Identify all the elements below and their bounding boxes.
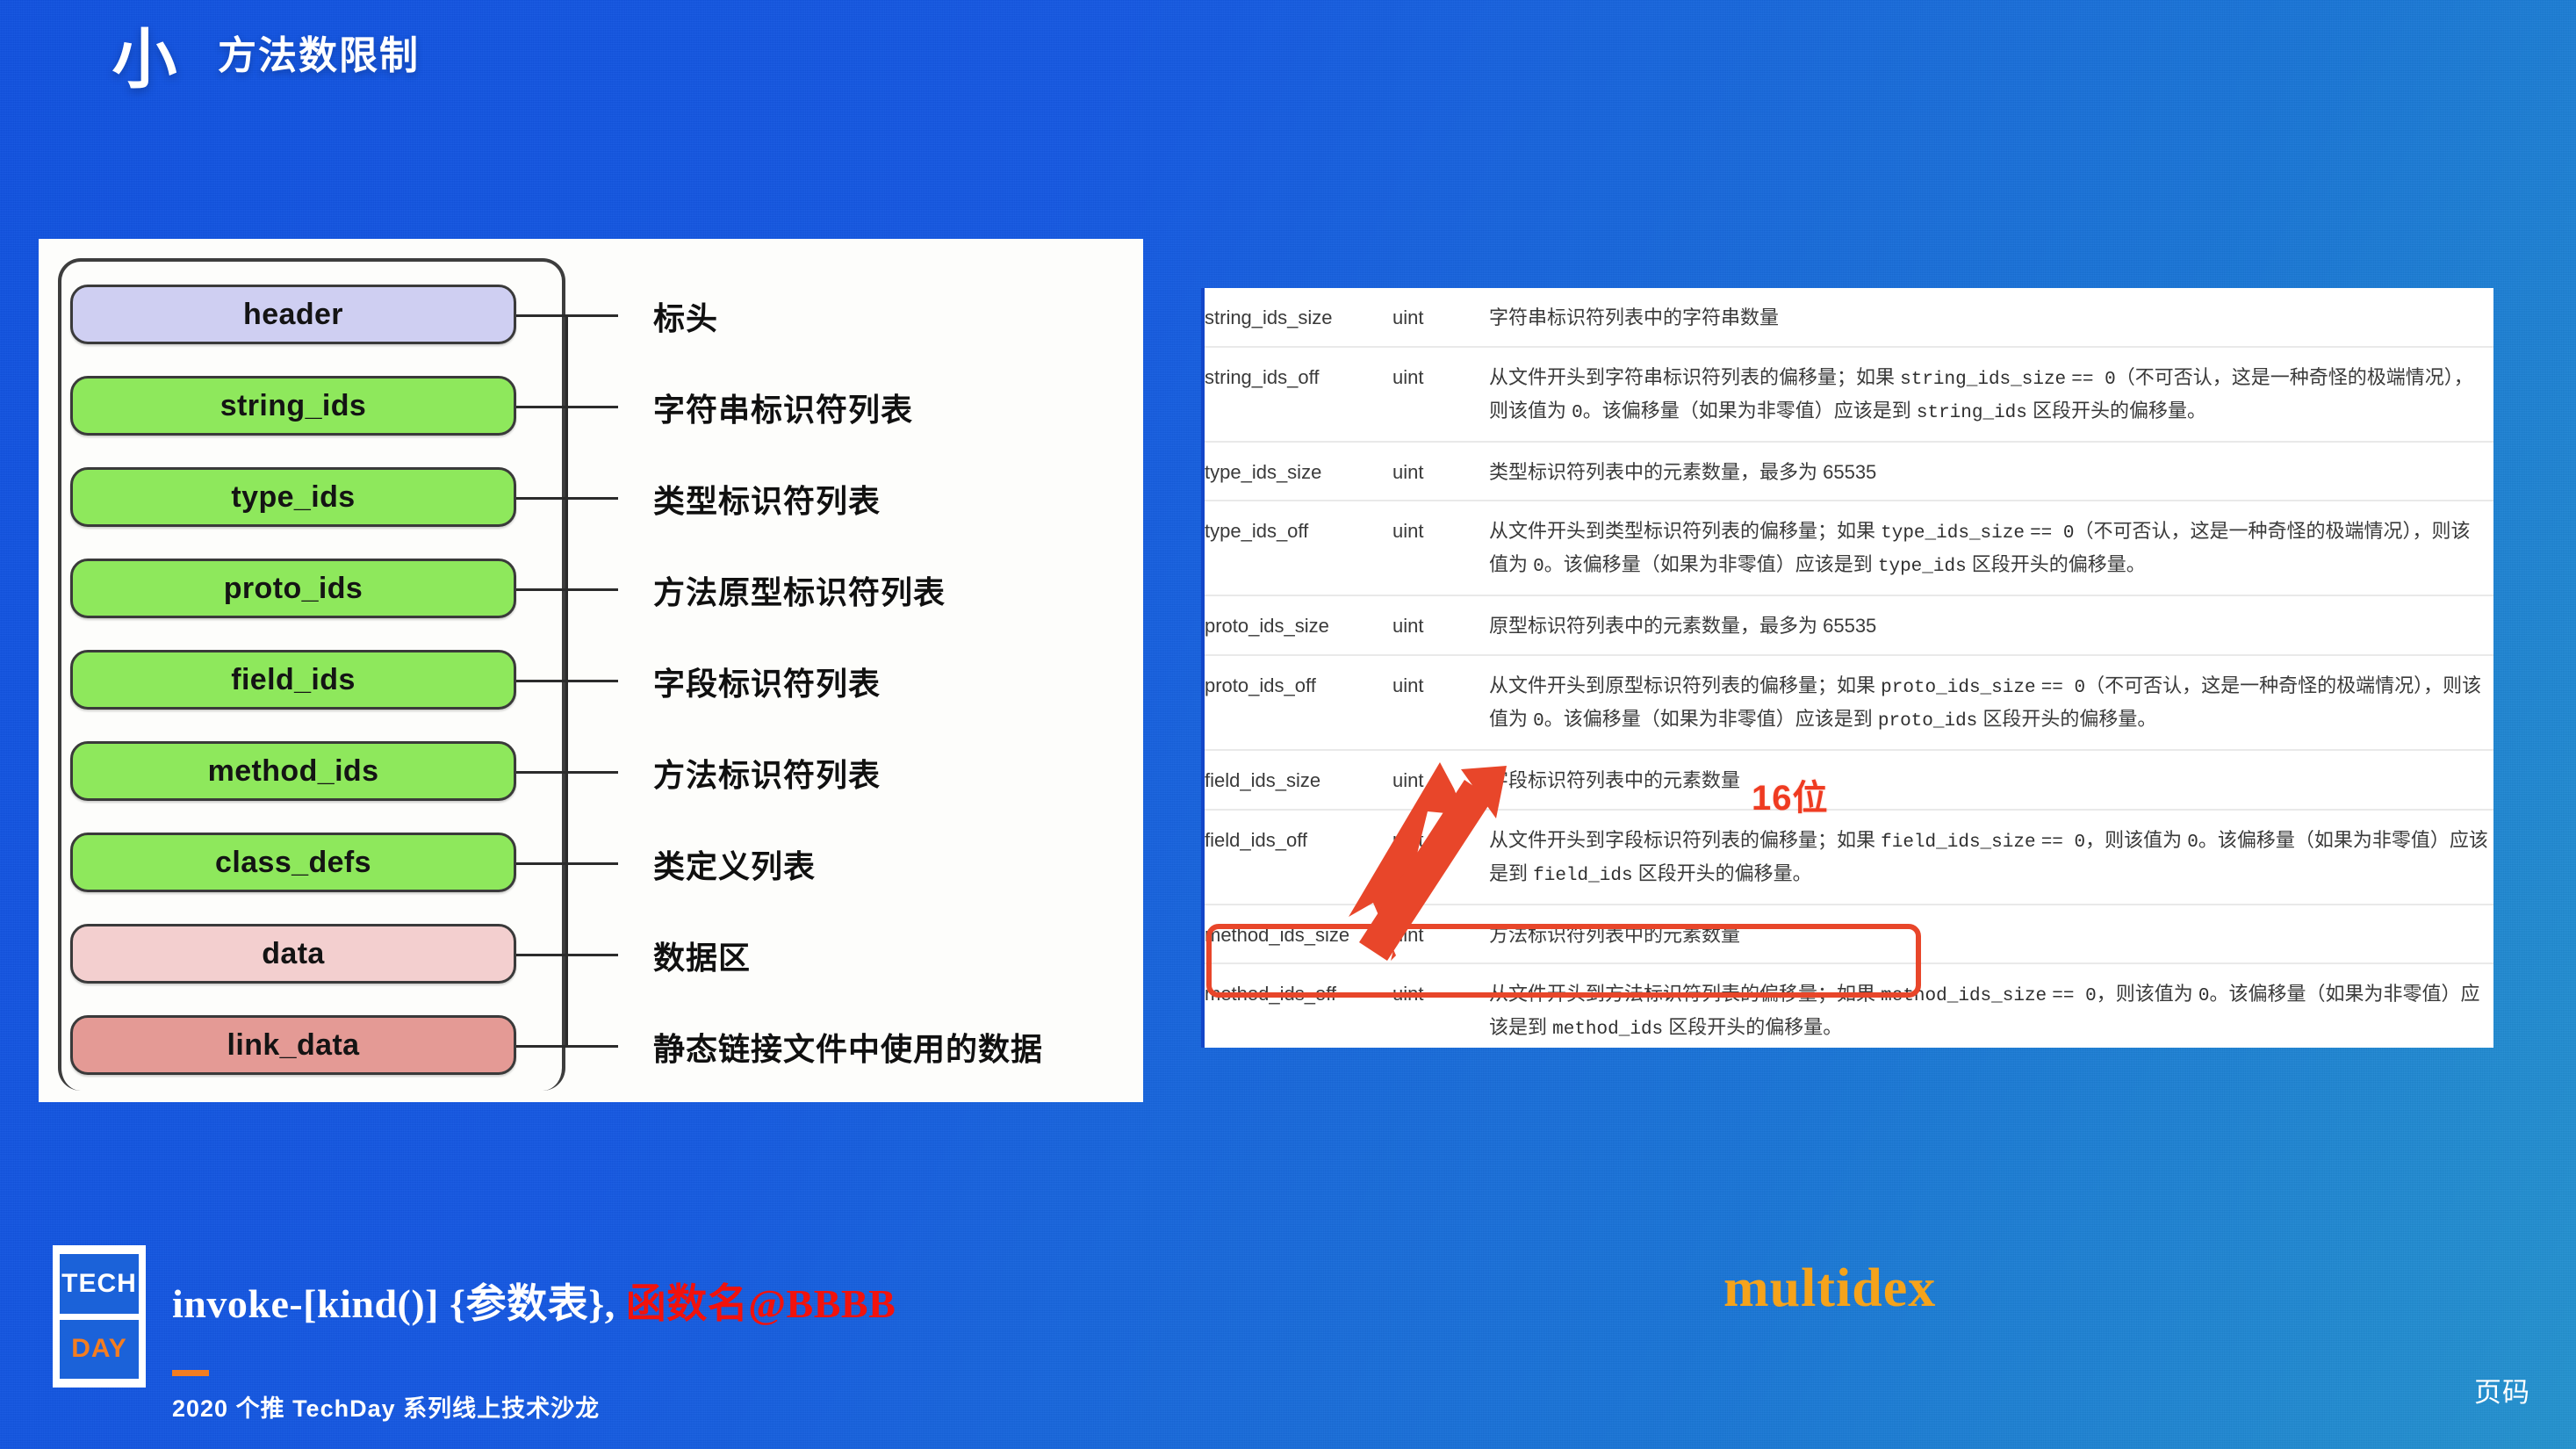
- table-row: field_ids_size uint 字段标识符列表中的元素数量: [1205, 749, 2493, 810]
- spec-field-description: 类型标识符列表中的元素数量，最多为 65535: [1489, 460, 1877, 483]
- connector-stub-class_defs: [516, 862, 565, 865]
- table-row: string_ids_off uint 从文件开头到字符串标识符列表的偏移量；如果 …: [1205, 346, 2493, 442]
- dex-label-link_data: 静态链接文件中使用的数据: [653, 1031, 1044, 1067]
- spec-field-description: 字段标识符列表中的元素数量: [1489, 768, 1741, 791]
- dex-label-type_ids: 类型标识符列表: [653, 483, 881, 519]
- connector-lead-class_defs: [565, 862, 618, 865]
- connector-stub-field_ids: [516, 680, 565, 682]
- spec-field-name: string_ids_size: [1205, 306, 1333, 328]
- multidex-caption: multidex: [1723, 1258, 1937, 1318]
- spec-field-name: proto_ids_off: [1205, 674, 1316, 696]
- spec-field-name: string_ids_off: [1205, 365, 1320, 388]
- connector-lead-type_ids: [565, 497, 618, 500]
- connector-stub-string_ids: [516, 406, 565, 408]
- dex-label-header: 标头: [653, 300, 719, 336]
- connector-lead-method_ids: [565, 771, 618, 774]
- dex-label-class_defs: 类定义列表: [653, 848, 817, 884]
- spec-field-name: field_ids_size: [1205, 768, 1321, 791]
- connector-lead-proto_ids: [565, 588, 618, 591]
- spec-field-type: uint: [1392, 828, 1424, 851]
- spec-field-type: uint: [1392, 615, 1424, 638]
- method-ids-size-highlight-box: [1206, 924, 1921, 998]
- connector-lead-string_ids: [565, 406, 618, 408]
- connector-lead-link_data: [565, 1045, 618, 1048]
- spec-field-type: uint: [1392, 365, 1424, 388]
- table-row: proto_ids_size uint 原型标识符列表中的元素数量，最多为 6553…: [1205, 595, 2493, 655]
- spec-field-description: 从文件开头到类型标识符列表的偏移量；如果 type_ids_size == 0（…: [1489, 520, 2471, 578]
- dex-structure-figure: header string_ids type_ids proto_ids field_i…: [39, 239, 1143, 1102]
- connector-stub-link_data: [516, 1045, 565, 1048]
- dex-section-header: header: [70, 285, 516, 344]
- dex-section-string_ids: string_ids: [70, 376, 516, 436]
- techday-logo: TECH DAY: [53, 1245, 146, 1388]
- spec-field-type: uint: [1392, 768, 1424, 791]
- dex-section-method_ids: method_ids: [70, 741, 516, 801]
- spec-field-type: uint: [1392, 306, 1424, 328]
- table-row: field_ids_off uint 从文件开头到字段标识符列表的偏移量；如果 fi…: [1205, 809, 2493, 905]
- dex-section-class_defs: class_defs: [70, 833, 516, 892]
- connector-lead-field_ids: [565, 680, 618, 682]
- dex-label-method_ids: 方法标识符列表: [653, 757, 881, 793]
- connector-spine: [565, 314, 568, 1045]
- spec-field-description: 从文件开头到字符串标识符列表的偏移量；如果 string_ids_size ==…: [1489, 365, 2473, 423]
- dex-section-data: data: [70, 924, 516, 984]
- spec-field-type: uint: [1392, 460, 1424, 483]
- bit-width-annotation: 16位: [1752, 779, 1829, 818]
- slide-subtitle: 方法数限制: [218, 34, 420, 77]
- invoke-syntax-red: 函数名@BBBB: [625, 1281, 896, 1326]
- logo-text-tech: TECH: [60, 1254, 139, 1314]
- dex-section-type_ids: type_ids: [70, 467, 516, 527]
- dex-label-data: 数据区: [653, 940, 752, 976]
- spec-field-description: 从文件开头到原型标识符列表的偏移量；如果 proto_ids_size == 0…: [1489, 674, 2482, 732]
- table-row: string_ids_size uint 字符串标识符列表中的字符串数量: [1205, 288, 2493, 347]
- connector-lead-header: [565, 314, 618, 317]
- dex-section-link_data: link_data: [70, 1015, 516, 1075]
- page-number: 页码: [2474, 1377, 2530, 1408]
- connector-stub-data: [516, 954, 565, 956]
- page-title: 小: [112, 23, 178, 96]
- spec-field-name: proto_ids_size: [1205, 615, 1329, 638]
- invoke-syntax-plain: invoke-[kind()] {参数表},: [172, 1281, 626, 1326]
- connector-stub-type_ids: [516, 497, 565, 500]
- connector-lead-data: [565, 954, 618, 956]
- spec-field-name: field_ids_off: [1205, 828, 1308, 851]
- table-row: type_ids_off uint 从文件开头到类型标识符列表的偏移量；如果 typ…: [1205, 501, 2493, 595]
- spec-field-name: type_ids_off: [1205, 520, 1309, 543]
- logo-text-day: DAY: [60, 1319, 139, 1379]
- dex-section-proto_ids: proto_ids: [70, 559, 516, 618]
- spec-field-name: type_ids_size: [1205, 460, 1322, 483]
- footer-accent-dash: [172, 1370, 209, 1376]
- dex-label-string_ids: 字符串标识符列表: [653, 392, 914, 428]
- dex-label-field_ids: 字段标识符列表: [653, 666, 881, 702]
- spec-field-description: 原型标识符列表中的元素数量，最多为 65535: [1489, 615, 1877, 638]
- connector-stub-method_ids: [516, 771, 565, 774]
- spec-field-description: 字符串标识符列表中的字符串数量: [1489, 306, 1780, 328]
- spec-field-type: uint: [1392, 674, 1424, 696]
- table-row: type_ids_size uint 类型标识符列表中的元素数量，最多为 65535: [1205, 441, 2493, 501]
- connector-stub-proto_ids: [516, 588, 565, 591]
- spec-field-type: uint: [1392, 520, 1424, 543]
- footer-event-name: 2020 个推 TechDay 系列线上技术沙龙: [172, 1395, 601, 1422]
- invoke-syntax-caption: invoke-[kind()] {参数表}, 函数名@BBBB: [172, 1272, 896, 1330]
- dex-section-field_ids: field_ids: [70, 650, 516, 710]
- spec-field-description: 从文件开头到字段标识符列表的偏移量；如果 field_ids_size == 0…: [1489, 828, 2488, 886]
- connector-stub-header: [516, 314, 565, 317]
- table-row: proto_ids_off uint 从文件开头到原型标识符列表的偏移量；如果 pr…: [1205, 654, 2493, 750]
- dex-label-proto_ids: 方法原型标识符列表: [653, 574, 946, 610]
